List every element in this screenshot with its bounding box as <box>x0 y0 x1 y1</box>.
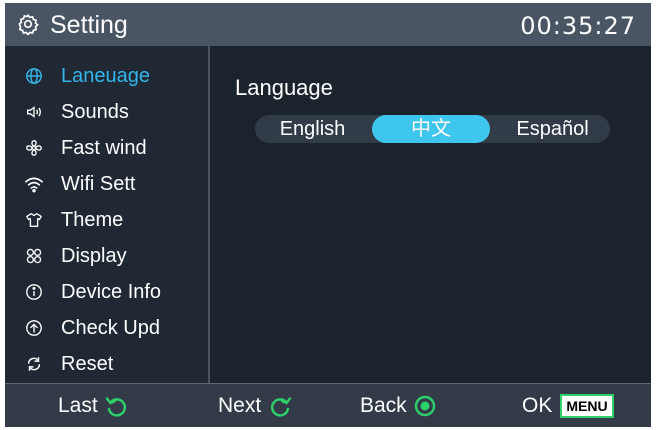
footer-bar: Last Next Back OK MENU <box>5 383 651 427</box>
ok-label: OK <box>522 394 553 417</box>
language-option-spanish[interactable]: Español <box>495 115 610 143</box>
speaker-icon <box>23 101 45 123</box>
sidebar-item-theme[interactable]: Theme <box>5 204 208 236</box>
upload-icon <box>23 317 45 339</box>
rotate-right-icon <box>271 397 292 417</box>
sidebar-item-label: Laneuage <box>61 64 150 87</box>
back-label: Back <box>360 394 407 417</box>
clock: 00:35:27 <box>520 12 636 40</box>
header-bar: Setting 00:35:27 <box>5 3 651 46</box>
sidebar-item-language[interactable]: Laneuage <box>5 60 208 92</box>
sidebar-item-label: Fast wind <box>61 136 147 159</box>
globe-icon <box>23 65 45 87</box>
sidebar-item-check-update[interactable]: Check Upd <box>5 312 208 344</box>
ok-button[interactable]: OK MENU <box>522 384 614 427</box>
language-option-english[interactable]: English <box>255 115 370 143</box>
sidebar-item-label: Display <box>61 244 127 267</box>
section-title: Language <box>235 75 333 100</box>
sidebar-item-sounds[interactable]: Sounds <box>5 96 208 128</box>
sidebar-item-fast-wind[interactable]: Fast wind <box>5 132 208 164</box>
sidebar-item-label: Theme <box>61 208 124 231</box>
info-icon <box>23 281 45 303</box>
fan-icon <box>23 137 45 159</box>
sidebar-item-display[interactable]: Display <box>5 240 208 272</box>
next-button[interactable]: Next <box>218 384 293 427</box>
back-button[interactable]: Back <box>360 384 437 427</box>
next-label: Next <box>218 394 262 417</box>
language-option-chinese[interactable]: 中文 <box>372 115 490 143</box>
device-screen: Setting 00:35:27 Laneuage Sounds Fast wi… <box>5 3 651 427</box>
grid-icon <box>23 245 45 267</box>
sidebar-item-label: Check Upd <box>61 316 160 339</box>
sidebar-item-wifi[interactable]: Wifi Sett <box>5 168 208 200</box>
wifi-icon <box>23 173 45 195</box>
rotate-left-icon <box>105 397 126 417</box>
sidebar: Laneuage Sounds Fast wind Wifi Sett Them… <box>5 46 210 383</box>
last-button[interactable]: Last <box>58 384 130 427</box>
menu-key-badge: MENU <box>560 394 614 418</box>
sidebar-item-label: Wifi Sett <box>61 172 136 195</box>
content-panel: Language English 中文 Español <box>210 46 651 383</box>
sidebar-item-label: Sounds <box>61 100 129 123</box>
page-title: Setting <box>50 11 128 39</box>
shirt-icon <box>23 209 45 231</box>
radio-dot-icon <box>414 395 435 417</box>
sidebar-item-device-info[interactable]: Device Info <box>5 276 208 308</box>
sidebar-item-label: Reset <box>61 352 114 375</box>
sidebar-item-label: Device Info <box>61 280 162 303</box>
sidebar-item-reset[interactable]: Reset <box>5 348 208 380</box>
last-label: Last <box>58 394 98 417</box>
reset-icon <box>23 353 45 375</box>
gear-icon <box>18 13 39 35</box>
language-selector: English 中文 Español <box>255 115 610 143</box>
